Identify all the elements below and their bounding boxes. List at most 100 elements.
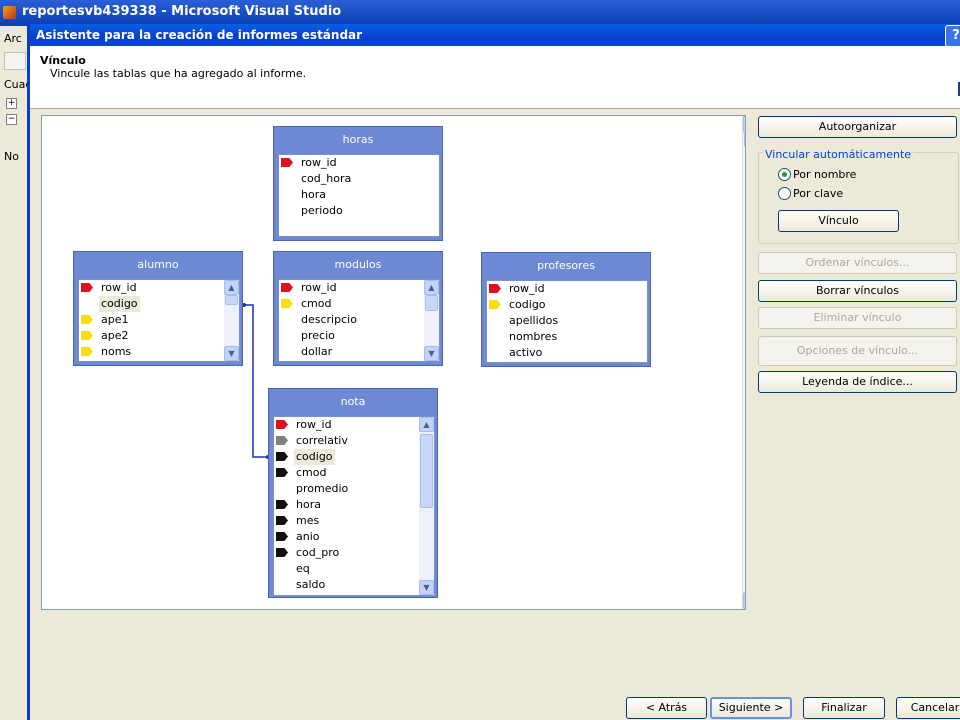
dialog-title: Asistente para la creación de informes e… [36, 28, 363, 42]
field-row[interactable]: hora [279, 187, 439, 203]
por-clave-radio[interactable] [778, 187, 791, 200]
table-profesores[interactable]: profesores row_id codigo apellidos nombr… [481, 252, 651, 367]
field-row[interactable]: ape2 [79, 328, 239, 344]
table-scrollbar[interactable]: ▲ ▼ [419, 417, 434, 595]
scroll-down-icon[interactable]: ▼ [424, 346, 439, 361]
field-row[interactable]: cmod [279, 296, 439, 312]
collapse-icon[interactable]: − [6, 114, 17, 125]
field-row[interactable]: mes [274, 513, 434, 529]
report-wizard-dialog: Asistente para la creación de informes e… [27, 24, 960, 720]
scroll-up-icon[interactable]: ▲ [424, 280, 439, 295]
scroll-down-icon[interactable]: ▼ [743, 592, 745, 609]
table-scrollbar[interactable]: ▲ ▼ [224, 280, 239, 361]
scroll-down-icon[interactable]: ▼ [224, 346, 239, 361]
field-row[interactable]: hora [274, 497, 434, 513]
foreign-key-icon [276, 532, 288, 541]
primary-key-icon [281, 283, 293, 292]
primary-key-icon [281, 158, 293, 167]
scroll-thumb[interactable] [225, 295, 238, 305]
field-row[interactable]: noms [79, 344, 239, 360]
autoorganizar-button[interactable]: Autoorganizar [758, 116, 957, 138]
table-modulos[interactable]: modulos row_id cmod descripcio precio do… [273, 251, 443, 366]
table-scrollbar[interactable]: ▲ ▼ [424, 280, 439, 361]
por-clave-label[interactable]: Por clave [793, 187, 843, 200]
foreign-key-icon [276, 516, 288, 525]
borrar-vinculos-button[interactable]: Borrar vínculos [758, 280, 957, 302]
table-fields: row_id cmod descripcio precio dollar ▲ ▼ [278, 279, 440, 362]
index-key-icon [281, 299, 293, 308]
table-fields: row_id cod_hora hora periodo [278, 154, 440, 237]
scroll-thumb[interactable] [744, 133, 745, 147]
vs-background-panel: Arc Cuac + − No [0, 26, 31, 720]
field-row[interactable]: promedio [274, 481, 434, 497]
field-row[interactable]: eq [274, 561, 434, 577]
canvas-scrollbar[interactable]: ▲ ▼ [742, 116, 745, 609]
back-button[interactable]: < Atrás [626, 697, 707, 719]
expand-icon[interactable]: + [6, 98, 17, 109]
field-row[interactable]: row_id [279, 280, 439, 296]
field-row[interactable]: descripcio [279, 312, 439, 328]
field-row[interactable]: row_id [279, 155, 439, 171]
table-title: profesores [537, 259, 595, 272]
field-row[interactable]: row_id [487, 281, 647, 297]
field-row[interactable]: correlativ [274, 433, 434, 449]
field-row[interactable]: cod_pro [274, 545, 434, 561]
field-row-selected[interactable]: codigo [79, 296, 239, 312]
scroll-down-icon[interactable]: ▼ [419, 580, 434, 595]
por-nombre-label[interactable]: Por nombre [793, 168, 856, 181]
foreign-key-icon [276, 500, 288, 509]
table-horas[interactable]: horas row_id cod_hora hora periodo [273, 126, 443, 241]
foreign-key-icon [276, 436, 288, 445]
visual-studio-icon [3, 6, 16, 19]
field-row[interactable]: precio [279, 328, 439, 344]
scroll-thumb[interactable] [420, 434, 433, 508]
field-row[interactable]: codigo [487, 297, 647, 313]
index-key-icon [81, 331, 93, 340]
opciones-vinculo-button[interactable]: Opciones de vínculo... [758, 336, 957, 366]
table-title: horas [342, 133, 374, 146]
scroll-up-icon[interactable]: ▲ [419, 417, 434, 432]
help-button[interactable]: ? [945, 25, 960, 47]
field-row[interactable]: dollar [279, 344, 439, 360]
next-button[interactable]: Siguiente > [710, 697, 792, 719]
field-row[interactable]: cmod [274, 465, 434, 481]
field-row[interactable]: apellidos [487, 313, 647, 329]
field-row[interactable]: nombres [487, 329, 647, 345]
index-key-icon [489, 300, 501, 309]
eliminar-vinculo-button[interactable]: Eliminar vínculo [758, 307, 957, 329]
vs-menu-fragment[interactable]: Arc [4, 32, 22, 45]
dialog-title-bar: Asistente para la creación de informes e… [30, 24, 960, 47]
por-nombre-radio[interactable] [778, 168, 791, 181]
finish-button[interactable]: Finalizar [803, 697, 885, 719]
field-row-selected[interactable]: codigo [274, 449, 434, 465]
step-title: Vínculo [40, 54, 86, 67]
dialog-header: Vínculo Vincule las tablas que ha agrega… [30, 46, 960, 109]
table-title: nota [340, 395, 366, 408]
primary-key-icon [81, 283, 93, 292]
field-row[interactable]: ape1 [79, 312, 239, 328]
scroll-up-icon[interactable]: ▲ [224, 280, 239, 295]
table-nota[interactable]: nota row_id correlativ codigo cmod prome… [268, 388, 438, 598]
vs-window-title: reportesvb439338 - Microsoft Visual Stud… [22, 4, 342, 19]
table-alumno[interactable]: alumno row_id codigo ape1 ape2 noms ▲ ▼ [73, 251, 243, 366]
field-row[interactable]: row_id [274, 417, 434, 433]
field-row[interactable]: periodo [279, 203, 439, 219]
ordenar-vinculos-button[interactable]: Ordenar vínculos... [758, 252, 957, 274]
field-row[interactable]: cod_hora [279, 171, 439, 187]
link-canvas[interactable]: horas row_id cod_hora hora periodo alumn… [41, 115, 746, 610]
cancel-button[interactable]: Cancelar [896, 697, 960, 719]
foreign-key-icon [276, 548, 288, 557]
vinculo-button[interactable]: Vínculo [778, 210, 899, 232]
field-row[interactable]: anio [274, 529, 434, 545]
leyenda-indice-button[interactable]: Leyenda de índice... [758, 371, 957, 393]
vs-title-bar: reportesvb439338 - Microsoft Visual Stud… [0, 0, 960, 26]
auto-link-group-label: Vincular automáticamente [763, 148, 914, 161]
field-row[interactable]: saldo [274, 577, 434, 593]
primary-key-icon [276, 420, 288, 429]
table-fields: row_id codigo ape1 ape2 noms ▲ ▼ [78, 279, 240, 362]
scroll-up-icon[interactable]: ▲ [743, 116, 745, 133]
field-row[interactable]: activo [487, 345, 647, 361]
field-row[interactable]: row_id [79, 280, 239, 296]
scroll-thumb[interactable] [425, 295, 438, 311]
vs-toolbar-button[interactable] [4, 52, 26, 70]
